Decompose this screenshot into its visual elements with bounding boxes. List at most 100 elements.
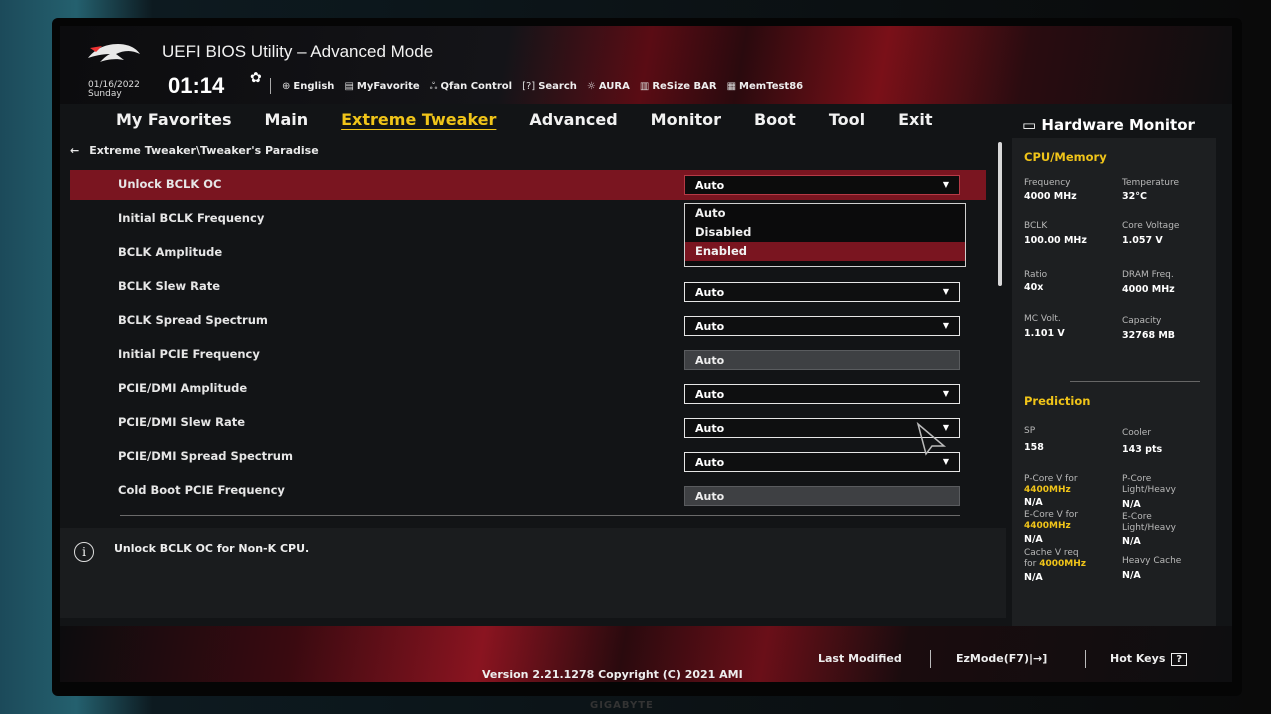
ezmode-button[interactable]: EzMode(F7)|→] — [956, 652, 1047, 665]
option-enabled[interactable]: Enabled — [685, 242, 965, 261]
scrollbar[interactable] — [998, 142, 1002, 286]
setting-row-pcie-dmi-spread-spectrum[interactable]: PCIE/DMI Spread Spectrum Auto ▼ — [70, 442, 986, 472]
setting-row-initial-pcie-frequency[interactable]: Initial PCIE Frequency Auto — [70, 340, 986, 370]
settings-panel: ← Extreme Tweaker\Tweaker's Paradise Unlo… — [60, 138, 1006, 518]
help-panel: i Unlock BCLK OC for Non-K CPU. — [60, 528, 1006, 618]
bclk-value: 100.00 MHz — [1024, 235, 1087, 246]
cache-v-for: for 4000MHz — [1024, 559, 1087, 569]
option-auto[interactable]: Auto — [685, 204, 965, 223]
unlock-bclk-oc-select[interactable]: Auto ▼ — [684, 175, 960, 195]
window-title: UEFI BIOS Utility – Advanced Mode — [162, 42, 434, 61]
monitor-brand: GIGABYTE — [590, 700, 654, 711]
ecore-lh-sub: Light/Heavy — [1122, 523, 1176, 533]
toolbar-resize-bar[interactable]: ▥ ReSize BAR — [640, 81, 717, 93]
setting-label: Initial BCLK Frequency — [118, 211, 265, 225]
setting-label: PCIE/DMI Amplitude — [118, 381, 248, 395]
toolbar-qfan-control[interactable]: ஃ Qfan Control — [430, 81, 512, 93]
date-day: 01/16/2022 Sunday — [88, 81, 140, 99]
setting-label: BCLK Slew Rate — [118, 279, 221, 293]
ecore-v-freq: 4400MHz — [1024, 521, 1071, 531]
tab-monitor[interactable]: Monitor — [651, 110, 721, 129]
setting-label: PCIE/DMI Slew Rate — [118, 415, 246, 429]
toolbar-aura[interactable]: ☼ AURA — [587, 81, 630, 93]
dram-freq-label: DRAM Freq. — [1122, 270, 1174, 280]
help-text: Unlock BCLK OC for Non-K CPU. — [114, 542, 310, 555]
unlock-bclk-oc-options: Auto Disabled Enabled — [684, 203, 966, 267]
frequency-value: 4000 MHz — [1024, 191, 1077, 202]
bclk-label: BCLK — [1024, 221, 1048, 231]
setting-row-pcie-dmi-amplitude[interactable]: PCIE/DMI Amplitude Auto ▼ — [70, 374, 986, 404]
mc-volt-value: 1.101 V — [1024, 328, 1065, 339]
footer-divider — [1085, 650, 1086, 668]
sp-label: SP — [1024, 426, 1036, 436]
cooler-label: Cooler — [1122, 428, 1152, 438]
bclk-slew-rate-select[interactable]: Auto ▼ — [684, 282, 960, 302]
pcore-lh-sub: Light/Heavy — [1122, 485, 1176, 495]
mc-volt-label: MC Volt. — [1024, 314, 1061, 324]
hardware-monitor-panel: CPU/Memory Frequency 4000 MHz Temperatur… — [1012, 138, 1216, 628]
setting-row-bclk-slew-rate[interactable]: BCLK Slew Rate Auto ▼ — [70, 272, 986, 302]
setting-row-cold-boot-pcie-frequency[interactable]: Cold Boot PCIE Frequency Auto — [70, 476, 986, 506]
core-voltage-value: 1.057 V — [1122, 235, 1163, 246]
dram-freq-value: 4000 MHz — [1122, 284, 1175, 295]
temperature-label: Temperature — [1122, 178, 1180, 188]
version-text: Version 2.21.1278 Copyright (C) 2021 AMI — [482, 668, 743, 681]
ecore-lh-value: N/A — [1122, 536, 1141, 547]
toolbar-english[interactable]: ⊕ English — [282, 81, 334, 93]
tab-boot[interactable]: Boot — [754, 110, 796, 129]
footer-bar: Version 2.21.1278 Copyright (C) 2021 AMI… — [60, 626, 1232, 682]
pcore-v-freq: 4400MHz — [1024, 485, 1071, 495]
initial-pcie-frequency-field: Auto — [684, 350, 960, 370]
setting-row-unlock-bclk-oc[interactable]: Unlock BCLK OC Auto ▼ — [70, 170, 986, 200]
core-voltage-label: Core Voltage — [1122, 221, 1180, 231]
heavy-cache-value: N/A — [1122, 570, 1141, 581]
hardware-monitor-title: ▭ Hardware Monitor — [1022, 116, 1195, 134]
setting-row-bclk-spread-spectrum[interactable]: BCLK Spread Spectrum Auto ▼ — [70, 306, 986, 336]
day-text: Sunday — [88, 89, 122, 99]
setting-label: Cold Boot PCIE Frequency — [118, 483, 285, 497]
setting-label: PCIE/DMI Spread Spectrum — [118, 449, 293, 463]
divider — [120, 515, 960, 516]
tab-extreme-tweaker[interactable]: Extreme Tweaker — [341, 110, 496, 129]
toolbar-memtest[interactable]: ▦ MemTest86 — [727, 81, 804, 93]
bclk-spread-spectrum-select[interactable]: Auto ▼ — [684, 316, 960, 336]
tab-exit[interactable]: Exit — [898, 110, 932, 129]
last-modified-button[interactable]: Last Modified — [818, 652, 902, 665]
hot-keys-button[interactable]: Hot Keys ? — [1110, 652, 1188, 666]
capacity-value: 32768 MB — [1122, 330, 1176, 341]
cpu-memory-heading: CPU/Memory — [1024, 150, 1107, 164]
cooler-value: 143 pts — [1122, 444, 1163, 455]
aura-icon: ☼ — [586, 81, 596, 92]
chevron-down-icon: ▼ — [942, 457, 949, 466]
pcie-dmi-amplitude-select[interactable]: Auto ▼ — [684, 384, 960, 404]
pcore-lh-label: P-Core — [1122, 474, 1152, 484]
mouse-pointer-icon — [916, 422, 947, 456]
panel-divider — [1070, 381, 1200, 382]
tab-my-favorites[interactable]: My Favorites — [116, 110, 232, 129]
toolbar-myfavorite[interactable]: ▤ MyFavorite — [344, 81, 419, 93]
ratio-label: Ratio — [1024, 270, 1048, 280]
option-disabled[interactable]: Disabled — [685, 223, 965, 242]
prediction-heading: Prediction — [1024, 394, 1091, 408]
breadcrumb[interactable]: ← Extreme Tweaker\Tweaker's Paradise — [70, 144, 319, 157]
ecore-v-label: E-Core V for — [1024, 510, 1079, 520]
setting-label: Initial PCIE Frequency — [118, 347, 260, 361]
fan-icon: ஃ — [429, 81, 438, 92]
back-arrow-icon[interactable]: ← — [70, 144, 79, 157]
setting-row-pcie-dmi-slew-rate[interactable]: PCIE/DMI Slew Rate Auto ▼ — [70, 408, 986, 438]
gear-icon[interactable]: ✿ — [250, 70, 262, 86]
ecore-lh-label: E-Core — [1122, 512, 1152, 522]
toolbar-search[interactable]: [?] Search — [522, 81, 577, 93]
pcore-v-label: P-Core V for — [1024, 474, 1078, 484]
setting-label: BCLK Spread Spectrum — [118, 313, 268, 327]
tab-advanced[interactable]: Advanced — [529, 110, 617, 129]
hot-keys-icon: ? — [1171, 653, 1188, 666]
pcore-v-value: N/A — [1024, 497, 1043, 508]
globe-icon: ⊕ — [282, 81, 291, 92]
pcore-lh-value: N/A — [1122, 499, 1141, 510]
tab-main[interactable]: Main — [265, 110, 309, 129]
tab-tool[interactable]: Tool — [829, 110, 865, 129]
info-icon: i — [74, 542, 94, 562]
ratio-value: 40x — [1024, 282, 1044, 293]
setting-label: BCLK Amplitude — [118, 245, 223, 259]
